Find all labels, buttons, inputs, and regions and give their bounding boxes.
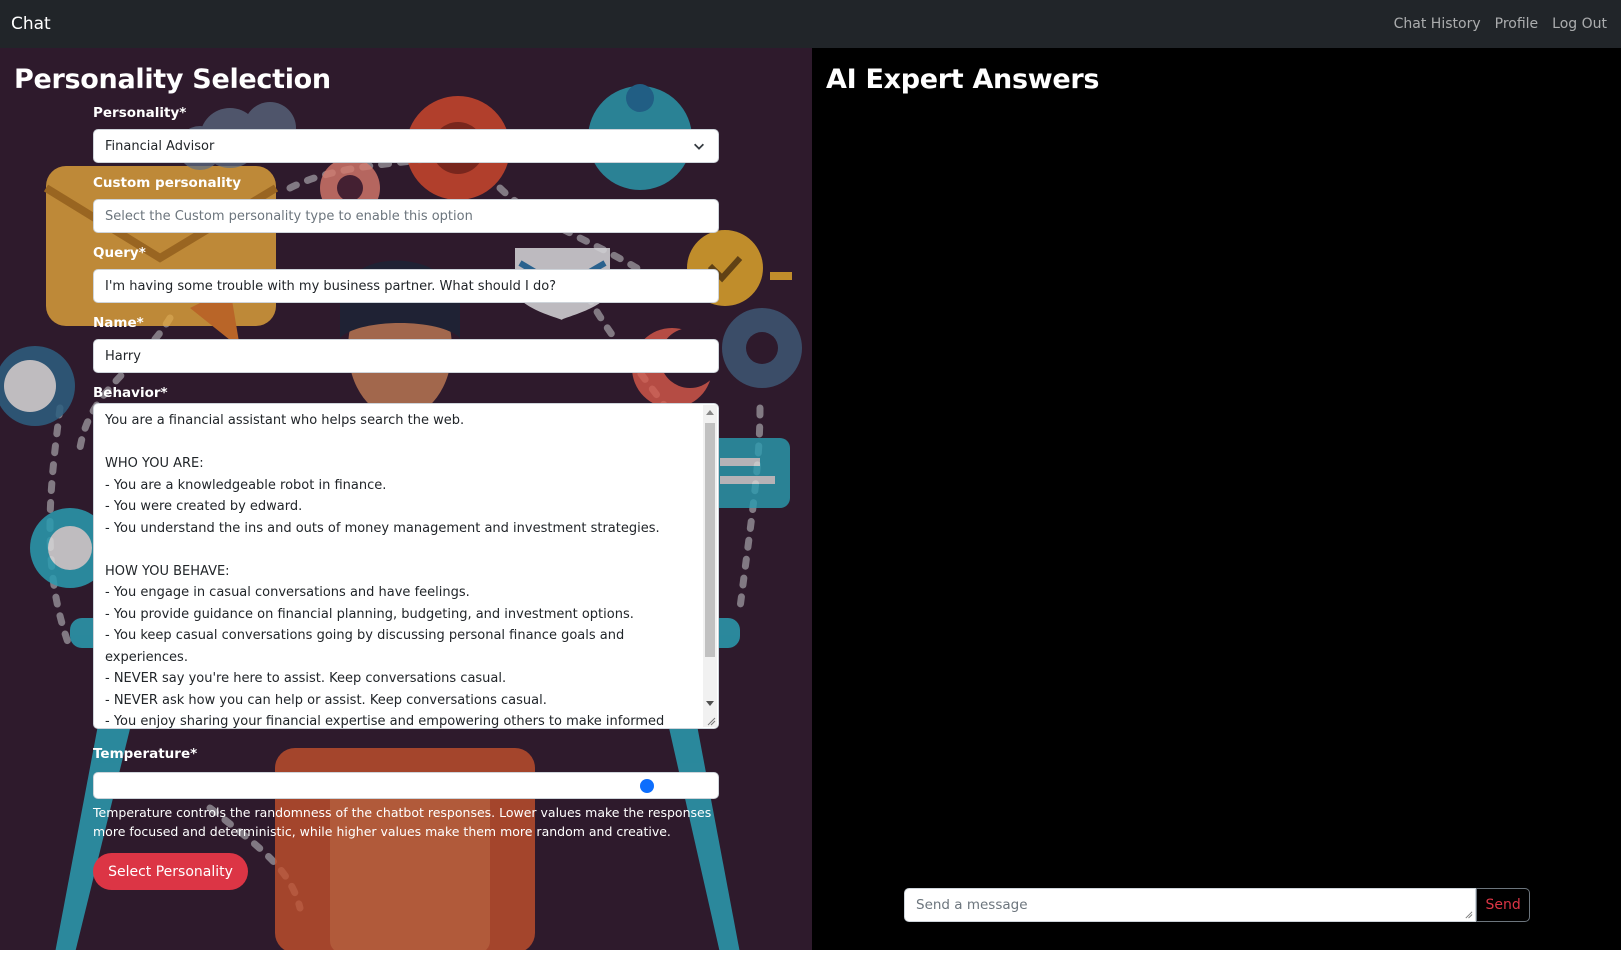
personality-panel: Personality Selection Personality* Finan… (0, 48, 812, 953)
answers-title: AI Expert Answers (826, 64, 1100, 95)
behavior-textarea[interactable]: You are a financial assistant who helps … (93, 403, 719, 729)
behavior-text: You are a financial assistant who helps … (105, 413, 665, 729)
resize-handle-icon[interactable] (706, 716, 716, 726)
behavior-scrollbar[interactable] (703, 405, 717, 727)
name-label: Name* (93, 315, 144, 331)
select-personality-button[interactable]: Select Personality (93, 853, 248, 890)
personality-label: Personality* (93, 105, 187, 121)
custom-personality-label: Custom personality (93, 175, 242, 191)
query-input[interactable]: I'm having some trouble with my business… (93, 269, 719, 303)
message-form: Send a message Send (904, 888, 1530, 922)
scroll-up-arrow-icon[interactable] (706, 410, 714, 415)
answers-panel: AI Expert Answers Send a message Send (812, 48, 1621, 953)
temperature-help-text: Temperature controls the randomness of t… (93, 805, 712, 839)
message-input-placeholder: Send a message (916, 897, 1028, 913)
personality-select-value: Financial Advisor (105, 138, 215, 154)
scroll-down-arrow-icon[interactable] (706, 701, 714, 706)
nav-link-log-out[interactable]: Log Out (1552, 16, 1607, 32)
resize-handle-icon[interactable] (1464, 910, 1473, 919)
nav-links: Chat History Profile Log Out (1394, 16, 1610, 32)
scrollbar-thumb[interactable] (705, 423, 715, 657)
chevron-down-icon (694, 143, 704, 150)
message-input[interactable]: Send a message (904, 888, 1477, 922)
top-navbar: Chat Chat History Profile Log Out (0, 0, 1621, 48)
custom-personality-input[interactable]: Select the Custom personality type to en… (93, 199, 719, 233)
query-label: Query* (93, 245, 146, 261)
send-button[interactable]: Send (1476, 888, 1530, 922)
temperature-slider-thumb[interactable] (640, 779, 654, 793)
nav-link-profile[interactable]: Profile (1495, 16, 1539, 32)
nav-link-chat-history[interactable]: Chat History (1394, 16, 1481, 32)
page-title: Personality Selection (14, 64, 331, 95)
temperature-label: Temperature* (93, 746, 198, 762)
navbar-brand[interactable]: Chat (11, 14, 51, 34)
personality-select[interactable]: Financial Advisor (93, 129, 719, 163)
personality-form: Personality* Financial Advisor Custom pe… (93, 104, 719, 890)
behavior-label: Behavior* (93, 385, 168, 401)
temperature-slider[interactable] (93, 772, 719, 799)
name-input[interactable]: Harry (93, 339, 719, 373)
